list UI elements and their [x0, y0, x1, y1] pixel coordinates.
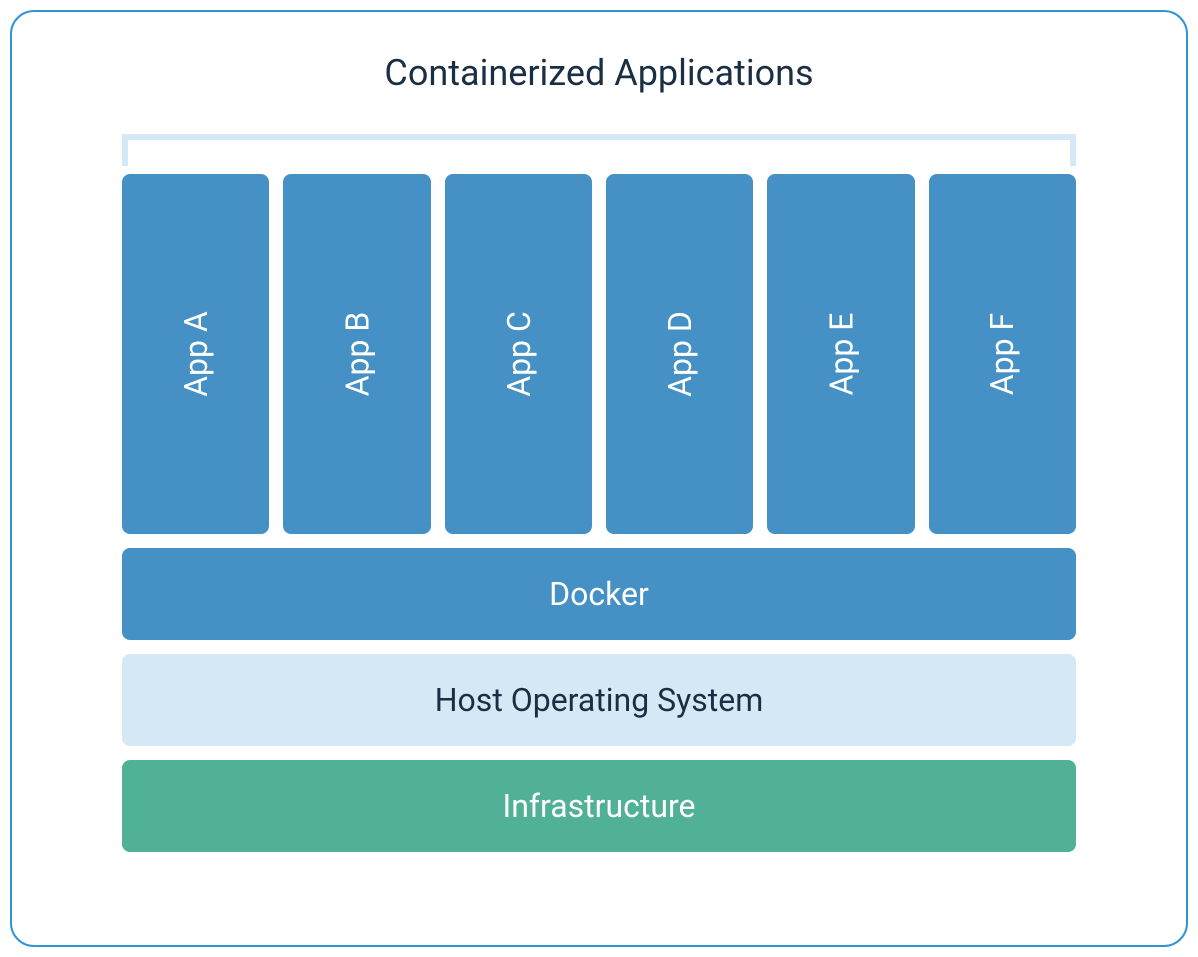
- app-label: App A: [177, 311, 215, 397]
- infrastructure-label: Infrastructure: [503, 787, 696, 825]
- app-label: App B: [338, 312, 376, 397]
- diagram-title: Containerized Applications: [62, 52, 1136, 94]
- app-label: App F: [983, 313, 1021, 395]
- app-box-c: App C: [445, 174, 592, 534]
- docker-label: Docker: [549, 575, 649, 613]
- app-label: App C: [499, 311, 537, 397]
- apps-row: App A App B App C App D App E App F: [122, 174, 1076, 534]
- docker-layer: Docker: [122, 548, 1076, 640]
- host-label: Host Operating System: [435, 681, 764, 719]
- app-label: App E: [822, 313, 860, 396]
- host-os-layer: Host Operating System: [122, 654, 1076, 746]
- diagram-container: Containerized Applications App A App B A…: [10, 10, 1188, 947]
- infrastructure-layer: Infrastructure: [122, 760, 1076, 852]
- apps-bracket: [122, 134, 1076, 166]
- app-label: App D: [661, 311, 699, 397]
- app-box-a: App A: [122, 174, 269, 534]
- content-area: App A App B App C App D App E App F Dock…: [62, 134, 1136, 895]
- app-box-b: App B: [283, 174, 430, 534]
- app-box-d: App D: [606, 174, 753, 534]
- app-box-e: App E: [767, 174, 914, 534]
- app-box-f: App F: [929, 174, 1076, 534]
